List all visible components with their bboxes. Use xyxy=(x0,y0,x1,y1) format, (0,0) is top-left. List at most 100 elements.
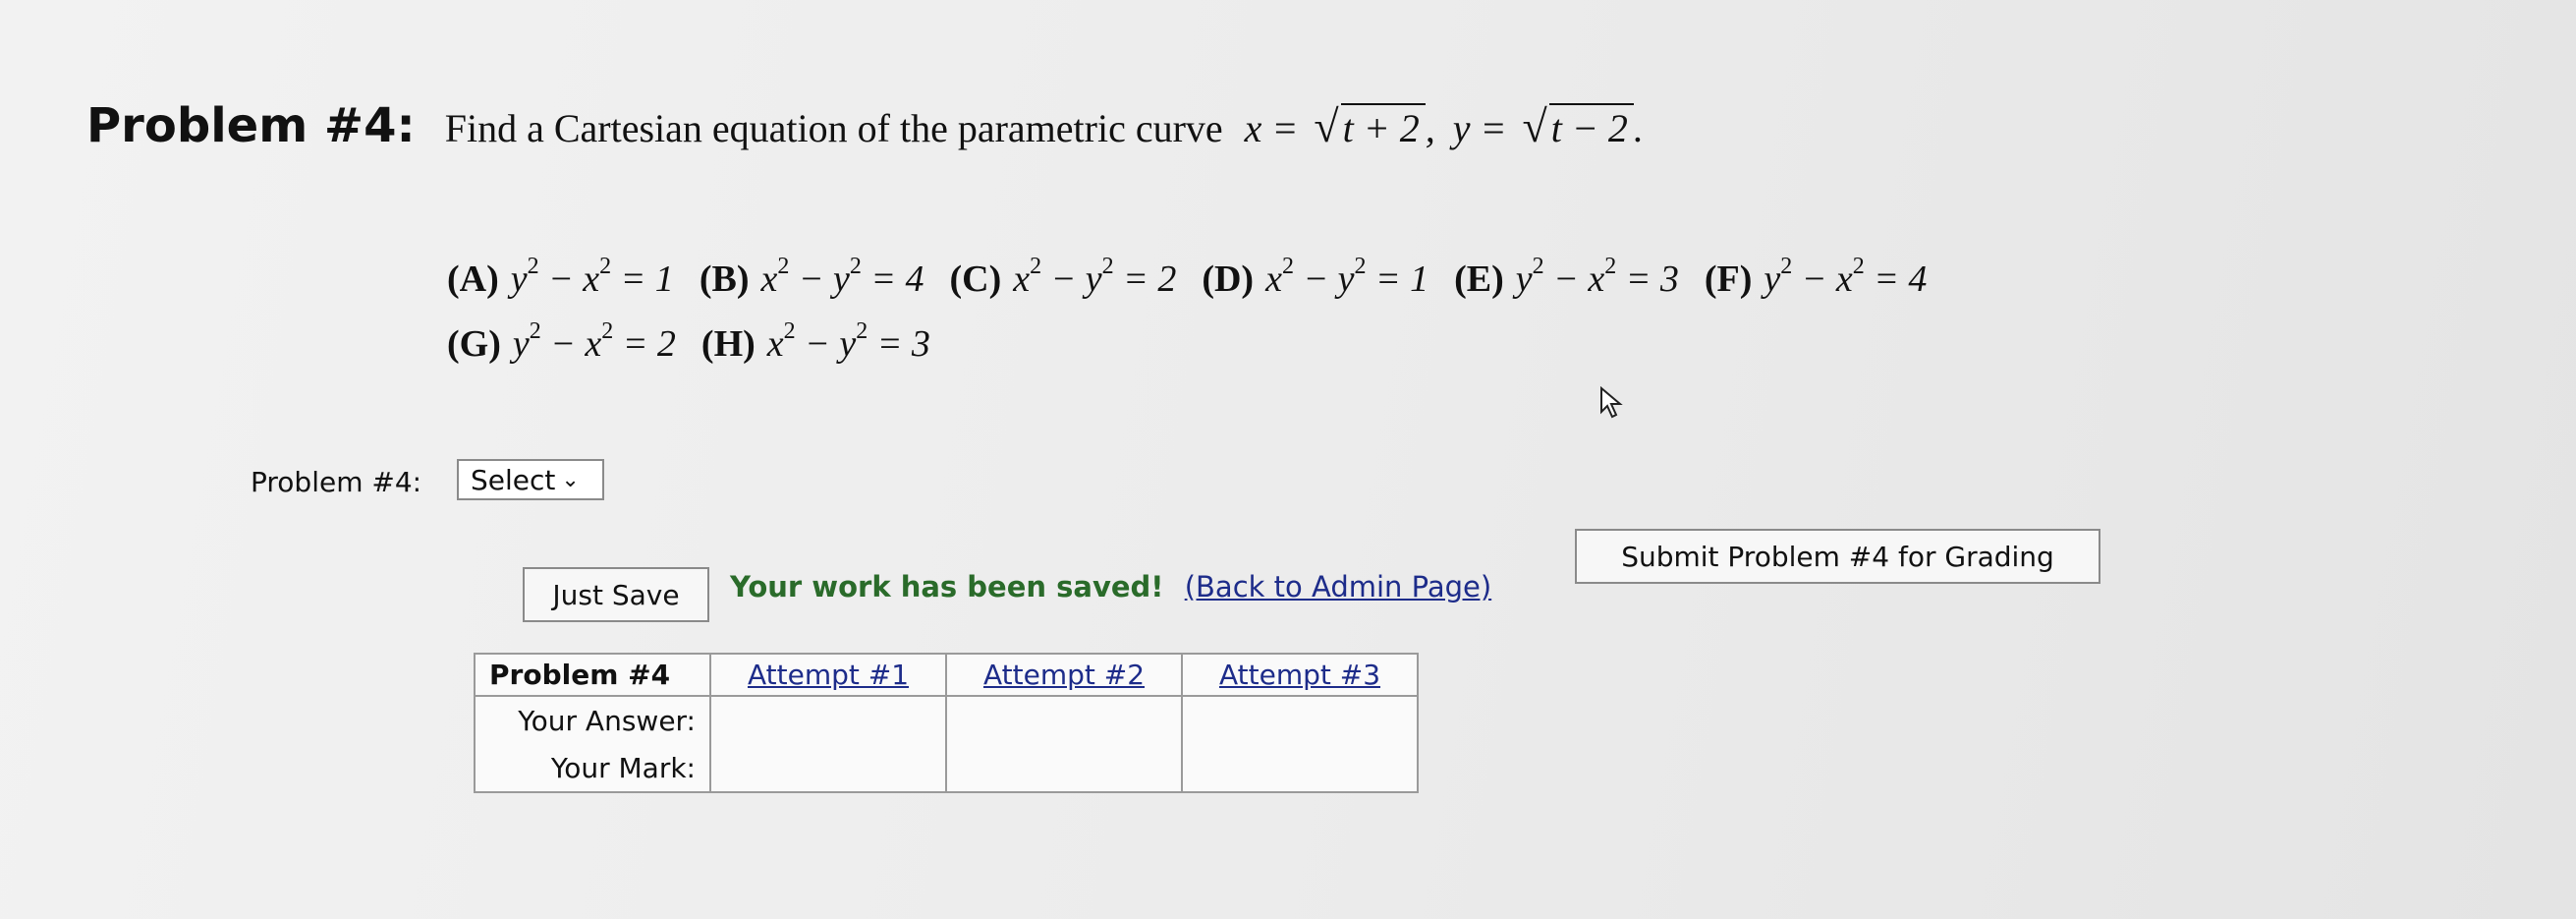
table-row: Your Answer: xyxy=(474,696,1419,744)
choice-letter: (G) xyxy=(447,323,501,365)
answer-choices: (A) y2 − x2 = 1 (B) x2 − y2 = 4 (C) x2 − y2 =… xyxy=(447,254,1952,366)
attempts-table: Problem #4 Attempt #1 Attempt #2 Attempt… xyxy=(474,653,1419,793)
choice-d: (D) x2 − y2 = 1 xyxy=(1202,254,1428,301)
sqrt-symbol-icon: √ xyxy=(1522,101,1547,151)
choice-equation: x2 − y2 = 1 xyxy=(1265,254,1428,301)
submit-for-grading-button[interactable]: Submit Problem #4 for Grading xyxy=(1575,529,2100,584)
equation-lhs: x xyxy=(1013,258,1031,300)
choice-equation: y2 − x2 = 1 xyxy=(510,254,674,301)
problem-heading: Problem #4: xyxy=(86,98,416,153)
y-equation: y = √ t − 2. xyxy=(1453,100,1644,152)
x-variable: x = xyxy=(1244,106,1299,150)
equation-lhs: x xyxy=(760,258,778,300)
table-header-row: Problem #4 Attempt #1 Attempt #2 Attempt… xyxy=(474,653,1419,697)
exponent: 2 xyxy=(849,254,862,280)
exponent: 2 xyxy=(1780,254,1793,280)
equation-lhs: y xyxy=(1515,258,1533,300)
choice-h: (H) x2 − y2 = 3 xyxy=(700,318,930,366)
equation-rhs: = 2 xyxy=(613,323,676,365)
just-save-button[interactable]: Just Save xyxy=(523,567,709,622)
attempt-2-link[interactable]: Attempt #2 xyxy=(945,653,1183,697)
choice-letter: (C) xyxy=(949,258,1002,300)
save-status: Your work has been saved! (Back to Admin… xyxy=(730,570,1491,603)
equation-rhs: = 4 xyxy=(861,258,924,300)
equation-lhs: y xyxy=(510,258,528,300)
choice-letter: (H) xyxy=(700,323,756,365)
exponent: 2 xyxy=(1852,254,1865,280)
attempt-1-link[interactable]: Attempt #1 xyxy=(709,653,947,697)
equation-mid: − y xyxy=(795,323,857,365)
exponent: 2 xyxy=(1354,254,1367,280)
choice-equation: y2 − x2 = 4 xyxy=(1764,254,1928,301)
y-sqrt: √ t − 2 xyxy=(1517,100,1634,152)
x-sqrt: √ t + 2 xyxy=(1308,100,1426,152)
equation-rhs: = 2 xyxy=(1113,258,1177,300)
your-mark-label: Your Mark: xyxy=(474,744,711,793)
x-equation: x = √ t + 2, xyxy=(1245,100,1435,152)
exponent: 2 xyxy=(783,318,796,345)
choice-letter: (E) xyxy=(1454,258,1504,300)
answer-select[interactable]: Select ⌄ xyxy=(457,459,604,500)
choice-equation: y2 − x2 = 2 xyxy=(513,318,676,366)
exponent: 2 xyxy=(1532,254,1544,280)
x-radicand: t + 2 xyxy=(1340,103,1426,151)
equation-rhs: = 1 xyxy=(611,258,674,300)
choice-equation: x2 − y2 = 3 xyxy=(766,318,930,366)
choices-row-1: (A) y2 − x2 = 1 (B) x2 − y2 = 4 (C) x2 − y2 =… xyxy=(447,254,1952,301)
equation-mid: − x xyxy=(540,323,602,365)
equation-lhs: x xyxy=(766,323,784,365)
equation-rhs: = 3 xyxy=(868,323,930,365)
choice-equation: x2 − y2 = 4 xyxy=(760,254,924,301)
equation-mid: − x xyxy=(1543,258,1605,300)
equation-mid: − x xyxy=(1792,258,1853,300)
equation-rhs: = 3 xyxy=(1616,258,1679,300)
exponent: 2 xyxy=(527,254,539,280)
equation-rhs: = 4 xyxy=(1864,258,1928,300)
choice-letter: (F) xyxy=(1704,258,1753,300)
equation-mid: − y xyxy=(789,258,850,300)
end-period: . xyxy=(1633,106,1644,150)
equation-mid: − y xyxy=(1041,258,1102,300)
exponent: 2 xyxy=(599,254,612,280)
mark-cell-1 xyxy=(709,744,947,793)
choices-row-2: (G) y2 − x2 = 2 (H) x2 − y2 = 3 xyxy=(447,318,1952,366)
choice-e: (E) y2 − x2 = 3 xyxy=(1454,254,1679,301)
your-answer-label: Your Answer: xyxy=(474,696,711,744)
mark-cell-3 xyxy=(1181,744,1419,793)
select-value: Select xyxy=(471,463,556,496)
choice-equation: x2 − y2 = 2 xyxy=(1013,254,1177,301)
choice-f: (F) y2 − x2 = 4 xyxy=(1704,254,1928,301)
choice-equation: y2 − x2 = 3 xyxy=(1515,254,1679,301)
problem-text: Find a Cartesian equation of the paramet… xyxy=(444,106,1223,150)
mouse-cursor-icon xyxy=(1600,386,1623,419)
table-row: Your Mark: xyxy=(474,744,1419,793)
equation-lhs: y xyxy=(1764,258,1781,300)
attempt-3-link[interactable]: Attempt #3 xyxy=(1181,653,1419,697)
problem-statement: Problem #4: Find a Cartesian equation of… xyxy=(86,98,1644,153)
exponent: 2 xyxy=(856,318,868,345)
y-variable: y = xyxy=(1452,106,1507,150)
choice-letter: (D) xyxy=(1202,258,1255,300)
choice-c: (C) x2 − y2 = 2 xyxy=(949,254,1177,301)
mark-cell-2 xyxy=(945,744,1183,793)
chevron-down-icon: ⌄ xyxy=(561,467,580,492)
separator: , xyxy=(1425,106,1435,150)
equation-lhs: x xyxy=(1265,258,1282,300)
table-problem-header: Problem #4 xyxy=(474,653,711,697)
equation-mid: − y xyxy=(1293,258,1355,300)
choice-letter: (B) xyxy=(699,258,750,300)
exponent: 2 xyxy=(1030,254,1042,280)
saved-message: Your work has been saved! xyxy=(730,570,1164,603)
sqrt-symbol-icon: √ xyxy=(1314,101,1339,151)
back-to-admin-link[interactable]: (Back to Admin Page) xyxy=(1185,570,1491,603)
exponent: 2 xyxy=(1281,254,1294,280)
equation-mid: − x xyxy=(538,258,600,300)
choice-a: (A) y2 − x2 = 1 xyxy=(447,254,674,301)
answer-cell-1 xyxy=(709,696,947,744)
exponent: 2 xyxy=(777,254,790,280)
answer-cell-2 xyxy=(945,696,1183,744)
y-radicand: t − 2 xyxy=(1548,103,1634,151)
answer-select-label: Problem #4: xyxy=(251,466,422,498)
exponent: 2 xyxy=(529,318,541,345)
answer-cell-3 xyxy=(1181,696,1419,744)
